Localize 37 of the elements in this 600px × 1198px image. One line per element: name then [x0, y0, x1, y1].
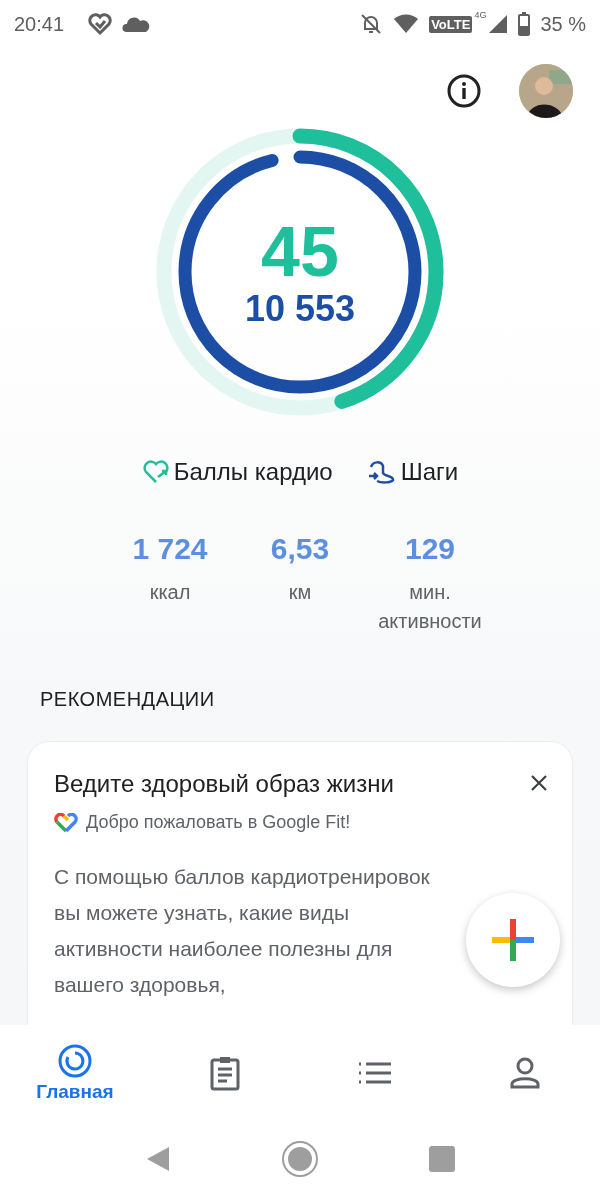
volte-badge: VoLTE	[429, 15, 473, 33]
steps-value: 10 553	[244, 291, 356, 327]
wifi-icon	[393, 14, 420, 34]
status-time: 20:41	[14, 12, 65, 36]
plus-icon	[492, 919, 534, 961]
heart-icon	[88, 13, 113, 35]
person-icon	[509, 1056, 541, 1089]
stat-value: 129	[404, 532, 456, 566]
network-type: 4G	[474, 10, 487, 20]
profile-avatar[interactable]	[519, 64, 573, 118]
battery-icon	[518, 12, 531, 36]
ring-icon	[57, 1042, 93, 1079]
stat-value: 6,53	[270, 532, 330, 566]
home-button[interactable]	[281, 1140, 319, 1178]
section-title: РЕКОМЕНДАЦИИ	[40, 688, 216, 711]
back-button[interactable]	[145, 1145, 171, 1173]
cardio-points-value: 45	[261, 217, 339, 287]
stat-label: км	[287, 580, 313, 605]
nav-tab[interactable]: Главная	[0, 1042, 150, 1103]
battery-percent: 35 %	[540, 12, 586, 36]
close-button[interactable]	[530, 774, 548, 792]
stat-label: мин. активности	[377, 580, 483, 634]
cloud-icon	[122, 15, 151, 33]
legend-label: Шаги	[400, 458, 459, 486]
stat-value: 1 724	[132, 532, 208, 566]
legend-label: Баллы кардио	[173, 458, 333, 486]
card-text: С помощью баллов кардиотренировок вы можете узнать, какие виды активности наиболее полезны для вашего здоровья,	[54, 864, 431, 998]
card-source: Добро пожаловать в Google Fit!	[86, 812, 351, 833]
steps-icon	[366, 459, 397, 485]
stat-label: ккал	[148, 580, 192, 605]
signal-icon	[488, 14, 509, 34]
info-button[interactable]	[447, 74, 481, 108]
heart-icon	[141, 459, 170, 485]
card-title: Ведите здоровый образ жизни	[54, 770, 394, 798]
list-icon	[357, 1060, 393, 1085]
clipboard-icon	[209, 1054, 241, 1091]
fit-heart-icon	[54, 812, 78, 833]
